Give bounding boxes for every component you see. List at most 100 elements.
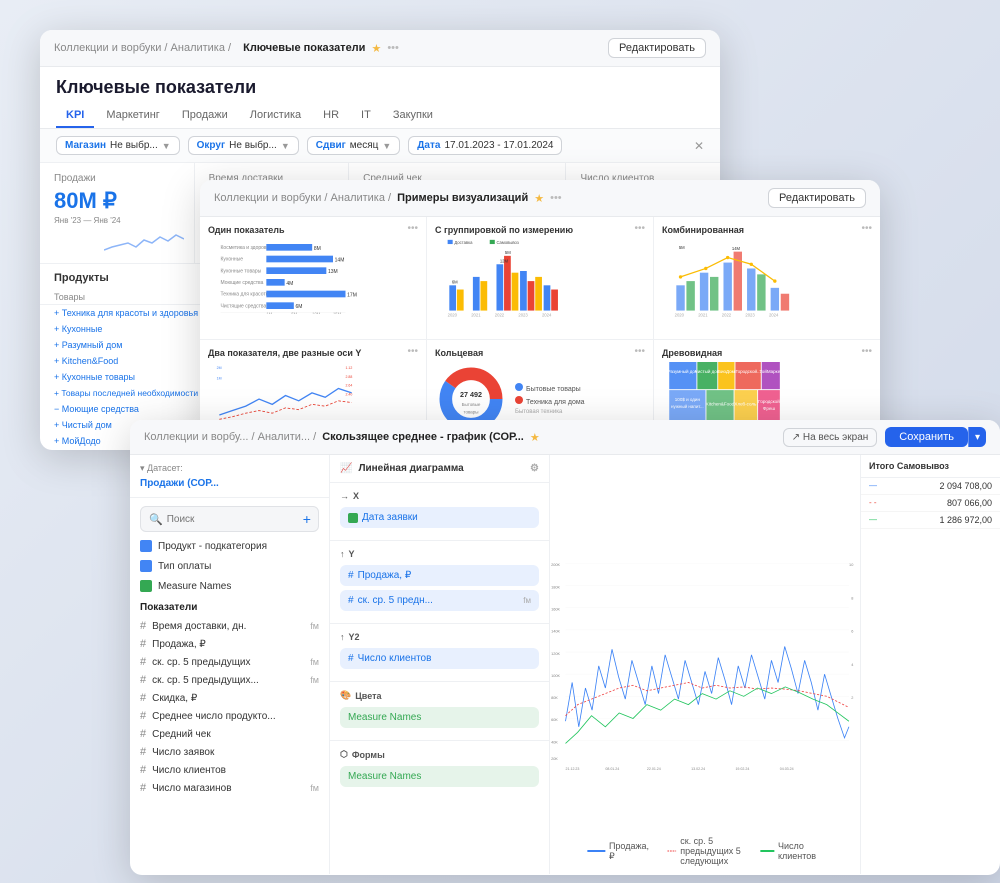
- svg-text:12М: 12М: [500, 259, 509, 264]
- save-dropdown-button[interactable]: ▾: [968, 427, 986, 447]
- search-icon: 🔍: [149, 513, 163, 526]
- shop-filter[interactable]: Магазин Не выбр... ▼: [56, 136, 180, 155]
- svg-text:5М: 5М: [505, 250, 511, 255]
- svg-text:100К: 100К: [551, 673, 560, 678]
- metric-ma-prev[interactable]: # ск. ср. 5 предыдущих fм: [140, 653, 319, 671]
- svg-text:Разумный дом: Разумный дом: [668, 367, 698, 373]
- svg-text:Кухонные товары: Кухонные товары: [221, 268, 262, 274]
- svg-text:Чистый дом: Чистый дом: [695, 367, 720, 373]
- dim-payment[interactable]: Тип оплаты: [130, 556, 329, 576]
- metric-ma-prev2[interactable]: # ск. ср. 5 предыдущих... fм: [140, 671, 319, 689]
- svg-text:БиоДом: БиоДом: [718, 368, 735, 373]
- svg-text:200К: 200К: [551, 562, 560, 567]
- svg-text:2.64: 2.64: [346, 383, 353, 387]
- metric-clients[interactable]: # Число клиентов: [140, 761, 319, 779]
- svg-text:10М: 10М: [312, 312, 321, 314]
- metrics-section: Показатели # Время доставки, дн. fм # Пр…: [130, 596, 329, 801]
- svg-text:2.40: 2.40: [346, 392, 353, 396]
- svg-text:Фреш: Фреш: [763, 406, 775, 411]
- y2-field-clients[interactable]: # Число клиентов: [340, 648, 539, 669]
- dim-product[interactable]: Продукт - подкатегория: [130, 536, 329, 556]
- metric-discount[interactable]: # Скидка, ₽: [140, 689, 319, 707]
- shift-filter[interactable]: Сдвиг месяц ▼: [307, 136, 401, 155]
- svg-text:1М: 1М: [217, 376, 222, 380]
- svg-text:4М: 4М: [286, 281, 293, 287]
- svg-text:4: 4: [851, 662, 854, 667]
- y-field-sales[interactable]: # Продажа, ₽: [340, 565, 539, 586]
- svg-text:5М: 5М: [291, 312, 297, 314]
- svg-text:140К: 140К: [551, 629, 560, 634]
- metric-avg-products[interactable]: # Среднее число продукто...: [140, 707, 319, 725]
- tab-purchases[interactable]: Закупки: [383, 104, 443, 128]
- y-axis-section: ↑ Y # Продажа, ₽ # ск. ср. 5 предн... fм: [330, 541, 549, 624]
- x-field[interactable]: Дата заявки: [340, 507, 539, 528]
- svg-text:Хлеб-соль: Хлеб-соль: [734, 401, 757, 406]
- chart-window: Коллекции и ворбу... / Аналити... / Скол…: [130, 420, 1000, 875]
- svg-text:21.12.23: 21.12.23: [566, 767, 580, 771]
- tab-kpi[interactable]: KPI: [56, 104, 94, 128]
- fields-panel: ▾ Датасет: Продажи (СОР... 🔍 + Продукт -…: [130, 455, 330, 874]
- svg-text:160К: 160К: [551, 607, 560, 612]
- chart-star-icon[interactable]: ★: [530, 431, 540, 444]
- date-filter[interactable]: Дата 17.01.2023 - 17.01.2024: [408, 136, 562, 155]
- search-input[interactable]: [167, 514, 299, 525]
- svg-text:2022: 2022: [495, 312, 505, 317]
- svg-text:13М: 13М: [328, 269, 338, 275]
- filter-close-icon[interactable]: ✕: [694, 139, 704, 153]
- svg-text:товары: товары: [463, 409, 478, 414]
- svg-text:6М: 6М: [452, 280, 458, 285]
- kpi-breadcrumb: Коллекции и ворбуки / Аналитика /: [54, 42, 231, 54]
- dim-measure-names[interactable]: Measure Names: [130, 576, 329, 596]
- viz-breadcrumb: Коллекции и ворбуки / Аналитика /: [214, 192, 391, 204]
- save-button[interactable]: Сохранить: [885, 427, 968, 447]
- y-field-ma[interactable]: # ск. ср. 5 предн... fм: [340, 590, 539, 611]
- chart-type-selector[interactable]: 📈 Линейная диаграмма ⚙: [330, 455, 549, 483]
- search-box[interactable]: 🔍 +: [140, 506, 319, 532]
- color-field[interactable]: Measure Names: [340, 707, 539, 728]
- svg-text:Кухонные: Кухонные: [221, 257, 244, 263]
- kpi-tabs: KPI Маркетинг Продажи Логистика HR IT За…: [40, 104, 720, 129]
- metric-avg-check[interactable]: # Средний чек: [140, 725, 319, 743]
- add-field-button[interactable]: +: [303, 511, 311, 527]
- fullscreen-button[interactable]: ↗ На весь экран: [783, 428, 878, 447]
- chart-body: ▾ Датасет: Продажи (СОР... 🔍 + Продукт -…: [130, 455, 1000, 874]
- chart-type-label: Линейная диаграмма: [358, 463, 463, 474]
- svg-text:10: 10: [849, 562, 853, 567]
- tab-it[interactable]: IT: [351, 104, 381, 128]
- summary-row-2: - - 807 066,00: [861, 495, 1000, 512]
- metric-sales-field[interactable]: # Продажа, ₽: [140, 635, 319, 653]
- forms-field[interactable]: Measure Names: [340, 766, 539, 787]
- svg-text:04.03.24: 04.03.24: [780, 767, 794, 771]
- svg-text:8: 8: [851, 595, 853, 600]
- viz-edit-button[interactable]: Редактировать: [768, 188, 866, 208]
- svg-text:5М: 5М: [679, 245, 685, 250]
- svg-text:Самовывоз: Самовывоз: [496, 240, 518, 245]
- forms-section: ⬡ Формы Measure Names: [330, 741, 549, 799]
- svg-text:14М: 14М: [335, 258, 345, 264]
- svg-text:2М: 2М: [217, 366, 222, 370]
- dataset-section: ▾ Датасет: Продажи (СОР...: [130, 455, 329, 498]
- kpi-header: Коллекции и ворбуки / Аналитика / Ключев…: [40, 30, 720, 67]
- metric-shops[interactable]: # Число магазинов fм: [140, 779, 319, 797]
- district-filter[interactable]: Округ Не выбр... ▼: [188, 136, 299, 155]
- svg-text:2022: 2022: [722, 312, 732, 317]
- y2-axis-section: ↑ Y2 # Число клиентов: [330, 624, 549, 682]
- svg-text:2020: 2020: [448, 312, 458, 317]
- metric-sales: Продажи 80М ₽ Янв '23 — Янв '24: [40, 163, 195, 263]
- svg-text:2020: 2020: [675, 312, 685, 317]
- tab-marketing[interactable]: Маркетинг: [96, 104, 169, 128]
- svg-text:13.02.24: 13.02.24: [691, 767, 705, 771]
- gear-icon[interactable]: ⚙: [530, 463, 539, 474]
- tab-logistics[interactable]: Логистика: [240, 104, 311, 128]
- kpi-edit-button[interactable]: Редактировать: [608, 38, 706, 58]
- svg-text:8М: 8М: [314, 246, 321, 252]
- svg-text:Бытовые: Бытовые: [462, 402, 481, 407]
- tab-sales[interactable]: Продажи: [172, 104, 238, 128]
- svg-text:2.88: 2.88: [346, 374, 353, 378]
- legend-clients: Число клиентов: [761, 841, 823, 861]
- tab-hr[interactable]: HR: [313, 104, 349, 128]
- svg-text:2023: 2023: [745, 312, 755, 317]
- viz-window: Коллекции и ворбуки / Аналитика / Пример…: [200, 180, 880, 460]
- metric-orders[interactable]: # Число заявок: [140, 743, 319, 761]
- metric-delivery-field[interactable]: # Время доставки, дн. fм: [140, 617, 319, 635]
